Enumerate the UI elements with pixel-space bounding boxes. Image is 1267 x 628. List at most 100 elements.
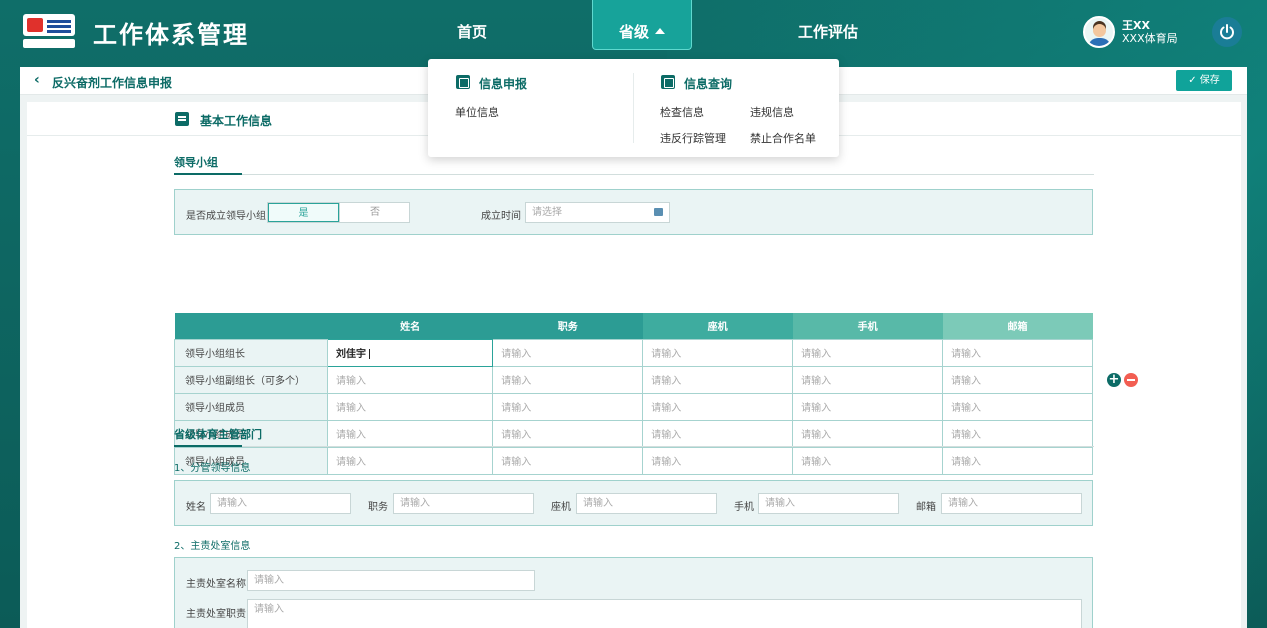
- table-cell-input[interactable]: 请输入: [492, 338, 644, 367]
- table-cell-input[interactable]: 请输入: [326, 446, 494, 475]
- table-cell-input[interactable]: 请输入: [792, 419, 944, 448]
- table-cell-input[interactable]: 请输入: [792, 446, 944, 475]
- office-duty-textarea[interactable]: 请输入: [247, 599, 1082, 628]
- power-button[interactable]: [1212, 17, 1242, 47]
- name-input[interactable]: 请输入: [210, 493, 351, 514]
- remove-row-button[interactable]: [1124, 373, 1138, 387]
- table-cell-input[interactable]: 请输入: [642, 392, 794, 421]
- add-row-button[interactable]: +: [1107, 373, 1121, 387]
- table-cell-input[interactable]: 请输入: [492, 365, 644, 394]
- yes-option[interactable]: 是: [268, 203, 339, 222]
- phone-input[interactable]: 请输入: [576, 493, 717, 514]
- no-option[interactable]: 否: [339, 203, 410, 222]
- menu-item-whereabouts[interactable]: 违反行踪管理: [660, 130, 726, 146]
- office-info-title: 2、主责处室信息: [174, 541, 251, 552]
- save-label: 保存: [1199, 75, 1220, 86]
- menu-item-inspection-info[interactable]: 检查信息: [660, 104, 704, 120]
- menu-divider: [633, 73, 634, 143]
- table-cell-input[interactable]: 请输入: [942, 419, 1093, 448]
- query-heading: 信息查询: [684, 77, 733, 91]
- table-cell-input[interactable]: 请输入: [326, 419, 494, 448]
- table-cell-input[interactable]: 请输入: [792, 392, 944, 421]
- table-cell-input[interactable]: 请输入: [642, 446, 794, 475]
- duty-input[interactable]: 请输入: [393, 493, 534, 514]
- office-duty-label: 主责处室职责: [186, 609, 246, 620]
- email-label: 邮箱: [916, 502, 936, 513]
- nav-province-label: 省级: [618, 23, 649, 41]
- menu-item-violation-info[interactable]: 违规信息: [750, 104, 794, 120]
- user-name: 王XX: [1122, 19, 1150, 32]
- column-header: 座机: [642, 313, 793, 339]
- top-header: 工作体系管理 首页 省级 工作评估 王XX XXX体育局: [0, 0, 1267, 62]
- page-title: 反兴奋剂工作信息申报: [52, 76, 173, 90]
- table-cell-input[interactable]: 请输入: [642, 365, 794, 394]
- table-cell-input[interactable]: 请输入: [942, 365, 1093, 394]
- table-cell-input[interactable]: 请输入: [492, 419, 644, 448]
- app-title: 工作体系管理: [93, 21, 249, 49]
- nav-home[interactable]: 首页: [440, 0, 504, 50]
- phone-label: 座机: [551, 502, 571, 513]
- column-header-role: [174, 313, 328, 339]
- office-info-box: 主责处室名称 请输入 主责处室职责 请输入: [174, 557, 1093, 628]
- cell-value: 刘佳宇: [336, 349, 366, 360]
- text-cursor: [369, 349, 370, 359]
- duty-label: 职务: [368, 502, 388, 513]
- column-header: 手机: [792, 313, 943, 339]
- column-header: 姓名: [327, 313, 493, 339]
- email-input[interactable]: 请输入: [941, 493, 1082, 514]
- leader-info-box: 姓名 请输入 职务 请输入 座机 请输入 手机 请输入 邮箱 请输入: [174, 480, 1093, 526]
- row-role-label: 领导小组副组长（可多个）: [174, 365, 328, 394]
- form-card: 基本工作信息 领导小组 是否成立领导小组 是 否 成立时间 请选择 姓名 职务 座机…: [27, 102, 1241, 628]
- menu-item-unit-info[interactable]: 单位信息: [455, 104, 499, 120]
- leading-group-title: 领导小组: [174, 156, 218, 169]
- table-row: 领导小组组长 刘佳宇 请输入 请输入 请输入 请输入: [174, 338, 1093, 367]
- table-cell-input[interactable]: 请输入: [326, 392, 494, 421]
- table-row: 领导小组成员 请输入 请输入 请输入 请输入 请输入: [174, 392, 1093, 421]
- mobile-label: 手机: [734, 502, 754, 513]
- date-label: 成立时间: [481, 211, 521, 222]
- report-icon: [456, 75, 470, 89]
- report-heading: 信息申报: [479, 77, 528, 91]
- avatar[interactable]: [1083, 16, 1115, 48]
- table-cell-input[interactable]: 请输入: [642, 338, 794, 367]
- menu-item-blacklist[interactable]: 禁止合作名单: [750, 130, 816, 146]
- logo: [23, 14, 75, 50]
- table-row: 领导小组副组长（可多个） 请输入 请输入 请输入 请输入 请输入: [174, 365, 1093, 394]
- column-header: 职务: [492, 313, 643, 339]
- save-button[interactable]: ✓ 保存: [1176, 70, 1232, 91]
- leader-info-title: 1、分管领导信息: [174, 463, 251, 474]
- established-label: 是否成立领导小组: [186, 211, 266, 222]
- caret-up-icon: [655, 27, 665, 34]
- leading-group-box: 是否成立领导小组 是 否 成立时间 请选择: [174, 189, 1093, 235]
- table-cell-input[interactable]: 请输入: [492, 446, 644, 475]
- divider: [174, 173, 1094, 175]
- table-row: 领导小组成员 请输入 请输入 请输入 请输入 请输入: [174, 446, 1093, 475]
- query-icon: [661, 75, 675, 89]
- table-cell-input[interactable]: 请输入: [492, 392, 644, 421]
- table-cell-input[interactable]: 请输入: [942, 338, 1093, 367]
- table-cell-input[interactable]: 请输入: [792, 338, 944, 367]
- table-cell-input[interactable]: 刘佳宇: [326, 338, 494, 367]
- office-name-input[interactable]: 请输入: [247, 570, 535, 591]
- table-row: 领导小组成员 请输入 请输入 请输入 请输入 请输入: [174, 419, 1093, 448]
- mobile-input[interactable]: 请输入: [758, 493, 899, 514]
- table-cell-input[interactable]: 请输入: [942, 392, 1093, 421]
- table-cell-input[interactable]: 请输入: [792, 365, 944, 394]
- dept-title: 省级体育主管部门: [174, 428, 262, 441]
- power-icon: [1220, 24, 1234, 40]
- nav-province[interactable]: 省级: [592, 0, 692, 50]
- name-label: 姓名: [186, 502, 206, 513]
- divider: [174, 445, 1094, 447]
- row-role-label: 领导小组成员: [174, 392, 328, 421]
- nav-evaluation[interactable]: 工作评估: [780, 0, 876, 50]
- date-picker[interactable]: 请选择: [525, 202, 670, 223]
- table-cell-input[interactable]: 请输入: [326, 365, 494, 394]
- column-header: 邮箱: [942, 313, 1093, 339]
- back-icon[interactable]: ‹: [34, 72, 48, 88]
- province-dropdown-menu: 信息申报 单位信息 信息查询 检查信息 违规信息 违反行踪管理 禁止合作名单: [428, 59, 839, 157]
- table-cell-input[interactable]: 请输入: [942, 446, 1093, 475]
- leading-group-table: 姓名 职务 座机 手机 邮箱 领导小组组长 刘佳宇 请输入 请输入 请输入 请输入 领导小组副组长（…: [174, 313, 1093, 475]
- table-cell-input[interactable]: 请输入: [642, 419, 794, 448]
- established-toggle: 是 否: [267, 202, 410, 223]
- office-name-label: 主责处室名称: [186, 579, 246, 590]
